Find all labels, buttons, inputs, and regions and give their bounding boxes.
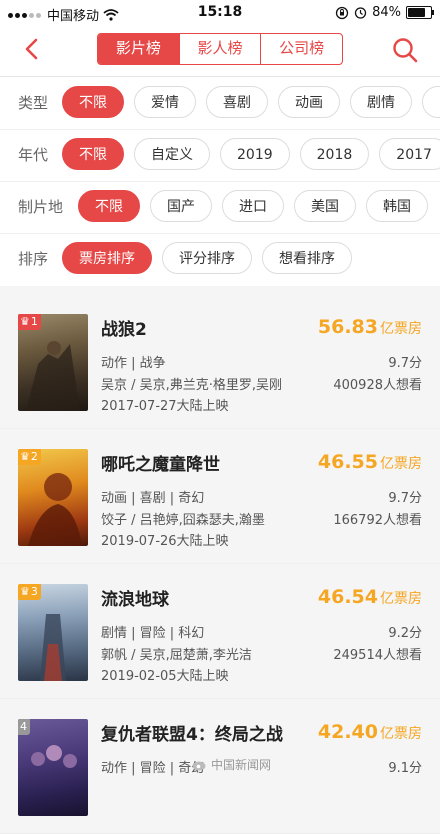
filter-chip[interactable]: 喜剧 [206, 86, 268, 118]
crown-icon: ♛ [20, 450, 30, 463]
nav-bar: 影片榜 影人榜 公司榜 [0, 26, 440, 77]
filter-chip[interactable]: 进口 [222, 190, 284, 222]
search-icon[interactable] [392, 37, 418, 63]
weibo-logo-icon [192, 761, 206, 771]
movie-release: 2017-07-27大陆上映 [101, 399, 229, 414]
tab-movie-ranking[interactable]: 影片榜 [98, 34, 180, 64]
crown-icon: ♛ [20, 315, 30, 328]
filter-label: 排序 [18, 250, 49, 268]
rank-badge: 4 [18, 719, 30, 735]
movie-wants: 249514人想看 [333, 648, 422, 663]
movie-title: 哪吒之魔童降世 [101, 455, 220, 475]
movie-genres: 动画 | 喜剧 | 奇幻 [101, 491, 205, 506]
movie-rating: 9.1分 [388, 761, 422, 776]
movie-title: 战狼2 [101, 320, 147, 340]
movie-rating: 9.7分 [388, 491, 422, 506]
filter-row-sort: 排序 票房排序 评分排序 想看排序 [0, 233, 440, 285]
movie-title: 复仇者联盟4：终局之战 [101, 725, 283, 745]
rank-badge: ♛ 2 [18, 449, 41, 465]
filter-chip[interactable]: 自定义 [134, 138, 210, 170]
box-office: 42.40 亿票房 [317, 721, 422, 743]
movie-wants: 400928人想看 [333, 378, 422, 393]
list-item[interactable]: ♛ 2 哪吒之魔童降世 46.55 亿票房 动画 | 喜剧 | 奇幻 9.7分 饺子… [0, 431, 440, 564]
watermark: 中国新闻网 [192, 756, 271, 773]
movie-rating: 9.2分 [388, 626, 422, 641]
back-arrow-icon[interactable] [20, 36, 46, 62]
filter-chip[interactable]: 评分排序 [162, 242, 252, 274]
filter-chip[interactable]: 爱情 [134, 86, 196, 118]
movie-rating: 9.7分 [388, 356, 422, 371]
tab-company-ranking[interactable]: 公司榜 [261, 34, 342, 64]
filter-chip[interactable]: 想看排序 [262, 242, 352, 274]
movie-poster: ♛ 2 [18, 449, 88, 546]
filter-chip[interactable]: 动画 [278, 86, 340, 118]
orientation-lock-icon [335, 6, 349, 19]
filter-chip[interactable] [422, 86, 440, 118]
movie-genres: 剧情 | 冒险 | 科幻 [101, 626, 205, 641]
movie-wants: 166792人想看 [333, 513, 422, 528]
filter-row-year: 年代 不限 自定义 2019 2018 2017 [0, 129, 440, 182]
status-bar: 中国移动 15:18 84% [0, 0, 440, 26]
movie-title: 流浪地球 [101, 590, 169, 610]
box-office: 46.54 亿票房 [317, 586, 422, 608]
movie-cast: 吴京 / 吴京,弗兰克·格里罗,吴刚 [101, 378, 283, 393]
filter-chip[interactable]: 票房排序 [62, 242, 152, 274]
filter-chip[interactable]: 不限 [62, 138, 124, 170]
filter-chip[interactable]: 国产 [150, 190, 212, 222]
filter-chip[interactable]: 2019 [220, 138, 290, 170]
movie-release: 2019-02-05大陆上映 [101, 669, 229, 684]
movie-cast: 郭帆 / 吴京,屈楚萧,李光洁 [101, 648, 252, 663]
battery-icon [406, 6, 434, 19]
filter-label: 制片地 [18, 198, 64, 216]
battery-percent: 84% [372, 5, 401, 20]
movie-release: 2019-07-26大陆上映 [101, 534, 229, 549]
rank-badge: ♛ 1 [18, 314, 41, 330]
crown-icon: ♛ [20, 585, 30, 598]
filter-row-region: 制片地 不限 国产 进口 美国 韩国 [0, 181, 440, 234]
filter-chip[interactable]: 美国 [294, 190, 356, 222]
movie-poster: ♛ 1 [18, 314, 88, 411]
filter-label: 类型 [18, 94, 49, 112]
box-office: 56.83 亿票房 [317, 316, 422, 338]
box-office: 46.55 亿票房 [317, 451, 422, 473]
movie-poster: ♛ 3 [18, 584, 88, 681]
ranking-tab-switcher: 影片榜 影人榜 公司榜 [97, 33, 343, 65]
movie-genres: 动作 | 战争 [101, 356, 166, 371]
list-item[interactable]: ♛ 3 流浪地球 46.54 亿票房 剧情 | 冒险 | 科幻 9.2分 郭帆 / … [0, 566, 440, 699]
filter-chip[interactable]: 剧情 [350, 86, 412, 118]
filter-chip[interactable]: 2017 [379, 138, 440, 170]
movie-poster: 4 [18, 719, 88, 816]
filter-chip[interactable]: 不限 [78, 190, 140, 222]
alarm-icon [354, 7, 367, 19]
filter-chip[interactable]: 不限 [62, 86, 124, 118]
filter-panel: 类型 不限 爱情 喜剧 动画 剧情 年代 不限 自定义 2019 2018 20… [0, 77, 440, 286]
movie-genres: 动作 | 冒险 | 奇幻 [101, 761, 205, 776]
movie-cast: 饺子 / 吕艳婷,囧森瑟夫,瀚墨 [101, 513, 265, 528]
list-item[interactable]: ♛ 1 战狼2 56.83 亿票房 动作 | 战争 9.7分 吴京 / 吴京,弗兰克… [0, 296, 440, 429]
filter-label: 年代 [18, 146, 49, 164]
filter-row-genre: 类型 不限 爱情 喜剧 动画 剧情 [0, 77, 440, 130]
filter-chip[interactable]: 韩国 [366, 190, 428, 222]
filter-chip[interactable]: 2018 [299, 138, 370, 170]
rank-badge: ♛ 3 [18, 584, 41, 600]
tab-people-ranking[interactable]: 影人榜 [180, 34, 262, 64]
